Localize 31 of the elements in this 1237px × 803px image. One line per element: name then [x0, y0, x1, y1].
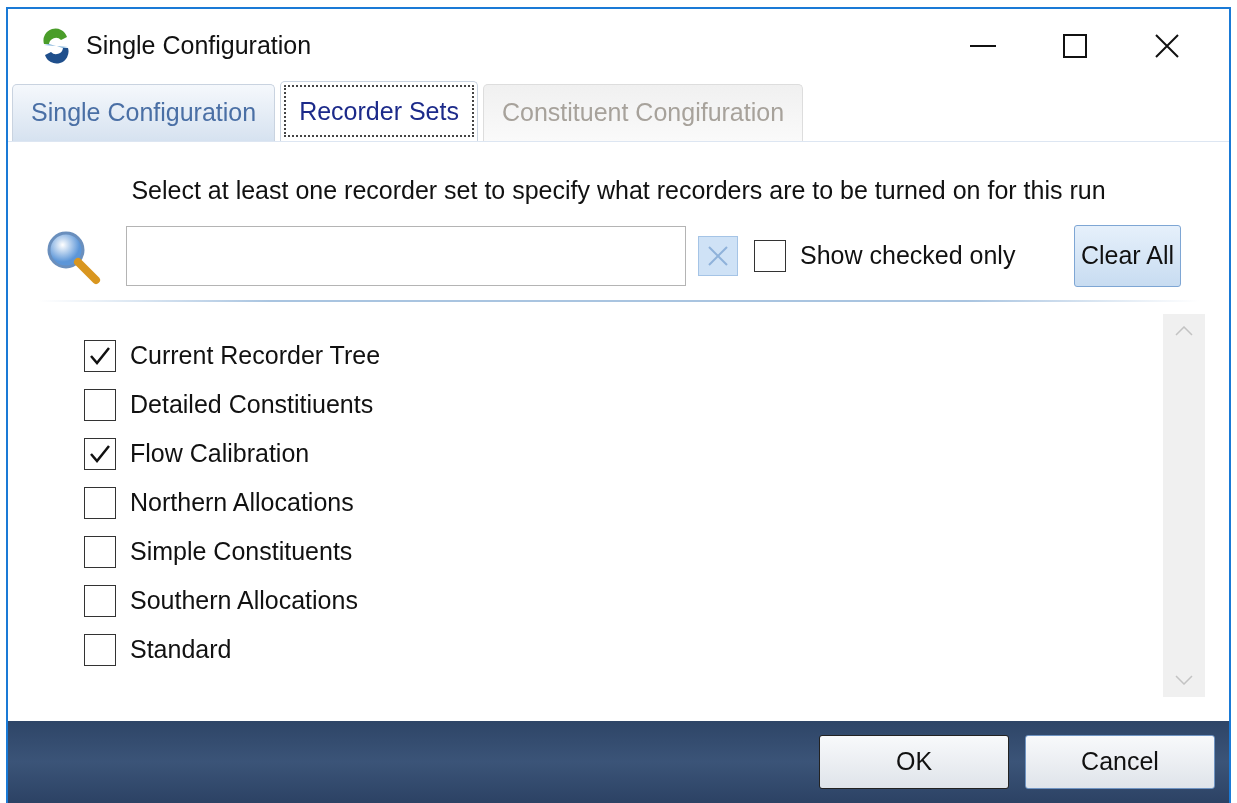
checkbox[interactable]	[84, 389, 116, 421]
checkbox[interactable]	[84, 585, 116, 617]
recorder-set-label: Standard	[130, 634, 232, 666]
clear-all-button[interactable]: Clear All	[1073, 224, 1181, 287]
checkbox-label: Show checked only	[800, 239, 1016, 271]
ok-button[interactable]: OK	[819, 735, 1009, 789]
checkmark-icon	[89, 444, 111, 464]
app-logo-icon	[40, 28, 72, 64]
show-checked-only-checkbox[interactable]	[754, 239, 786, 272]
recorder-set-label: Flow Calibration	[130, 438, 310, 470]
maximize-icon[interactable]	[1063, 34, 1087, 58]
recorder-set-label: Northern Allocations	[130, 487, 354, 519]
checkbox[interactable]	[84, 634, 116, 666]
checkmark-icon	[89, 346, 111, 366]
tab[interactable]: Recorder Sets	[280, 81, 478, 141]
close-icon[interactable]	[1154, 33, 1180, 59]
checkbox[interactable]	[84, 340, 116, 372]
recorder-set-label: Detailed Constitiuents	[130, 389, 374, 421]
checkbox[interactable]	[84, 487, 116, 519]
window-title: Single Configuration	[86, 30, 312, 62]
tab[interactable]: Single Configuration	[12, 84, 276, 141]
instruction-text: Select at least one recorder set to specify what recorders are to be turned on for this run	[130, 175, 1107, 206]
recorder-set-label: Southern Allocations	[130, 585, 358, 617]
checkbox[interactable]	[84, 438, 116, 470]
minimize-icon[interactable]	[970, 44, 996, 48]
checkbox[interactable]	[84, 536, 116, 568]
x-icon	[706, 243, 730, 268]
cancel-button[interactable]: Cancel	[1025, 735, 1215, 789]
recorder-set-label: Simple Constituents	[130, 536, 353, 568]
recorder-set-label: Current Recorder Tree	[130, 340, 381, 372]
search-field[interactable]	[126, 225, 686, 286]
